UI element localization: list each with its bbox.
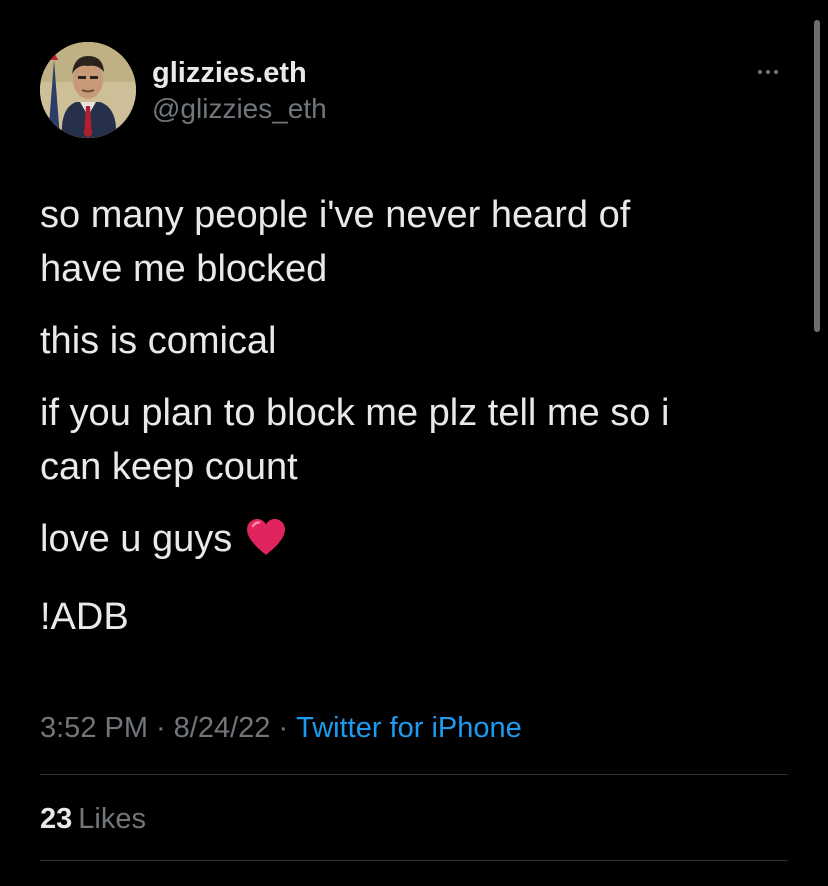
scrollbar[interactable] xyxy=(814,20,820,332)
tweet-source-link[interactable]: Twitter for iPhone xyxy=(296,712,522,744)
likes-label: Likes xyxy=(78,803,146,835)
tweet-paragraph: so many people i've never heard of have … xyxy=(40,194,631,290)
handle[interactable]: @glizzies_eth xyxy=(152,92,327,126)
author-info: glizzies.eth @glizzies_eth xyxy=(152,56,327,126)
more-button[interactable] xyxy=(748,60,788,84)
separator: · xyxy=(156,712,166,744)
tweet-paragraph-with-emoji: love u guys xyxy=(40,512,780,572)
tweet-time[interactable]: 3:52 PM xyxy=(40,712,148,744)
divider xyxy=(40,774,788,775)
more-icon xyxy=(756,70,780,74)
tweet-paragraph: if you plan to block me plz tell me so i… xyxy=(40,392,670,488)
display-name[interactable]: glizzies.eth xyxy=(152,56,327,90)
divider xyxy=(40,860,788,861)
tweet-text: so many people i've never heard of have … xyxy=(40,188,780,662)
likes-count: 23 xyxy=(40,803,73,835)
tweet-date[interactable]: 8/24/22 xyxy=(174,712,271,744)
avatar-image xyxy=(40,42,136,138)
likes-stat[interactable]: 23 Likes xyxy=(40,800,146,838)
avatar[interactable] xyxy=(40,42,136,138)
tweet: glizzies.eth @glizzies_eth so many peopl… xyxy=(0,0,828,886)
heart-emoji-icon xyxy=(244,517,288,572)
tweet-paragraph: !ADB xyxy=(40,596,129,638)
tweet-paragraph: this is comical xyxy=(40,320,277,362)
tweet-metadata: 3:52 PM · 8/24/22 · Twitter for iPhone xyxy=(40,708,522,748)
separator: · xyxy=(278,712,289,744)
tweet-paragraph: love u guys xyxy=(40,518,233,560)
